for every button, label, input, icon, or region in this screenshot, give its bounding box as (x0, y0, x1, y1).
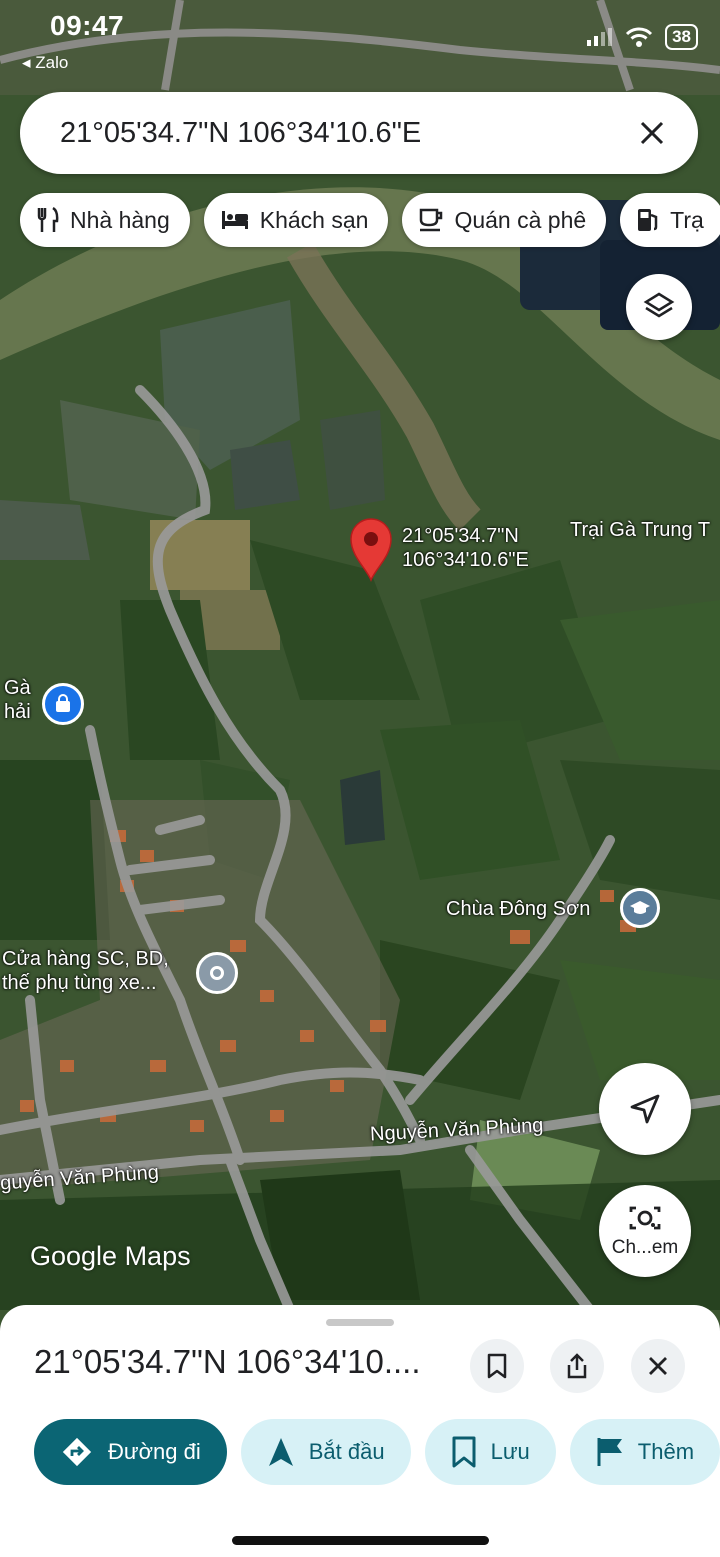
navigation-arrow-icon (268, 1438, 293, 1466)
save-button[interactable]: Lưu (424, 1419, 556, 1485)
chip-restaurants[interactable]: Nhà hàng (20, 193, 190, 247)
fork-knife-icon (37, 207, 59, 232)
chip-label: Khách sạn (259, 206, 369, 233)
education-place-marker[interactable] (620, 888, 660, 928)
chip-coffee[interactable]: Quán cà phê (402, 193, 607, 247)
search-bar[interactable]: 21°05'34.7"N 106°34'10.6"E (20, 92, 698, 174)
bookmark-icon (452, 1436, 476, 1468)
place-ga-line2: hải (4, 701, 31, 723)
shopping-place-marker[interactable] (42, 683, 84, 725)
start-label: Bắt đầu (308, 1439, 385, 1464)
battery-indicator: 38 (665, 24, 698, 50)
pin-lat: 21°05'34.7"N (402, 525, 519, 547)
navigation-arrow-icon (630, 1094, 660, 1124)
back-to-app-link[interactable]: ◂ Zalo (22, 53, 68, 73)
camera-button-label: Ch...em (611, 1237, 679, 1258)
dropped-pin-icon[interactable] (348, 516, 394, 582)
coffee-cup-icon (420, 208, 443, 232)
chip-label: Quán cà phê (454, 206, 587, 233)
graduation-cap-icon (630, 901, 650, 914)
search-input[interactable]: 21°05'34.7"N 106°34'10.6"E (60, 117, 632, 150)
bookmark-icon (487, 1353, 507, 1379)
my-location-button[interactable] (599, 1063, 691, 1155)
chip-hotels[interactable]: Khách sạn (203, 193, 389, 247)
place-shop-line2: thế phụ tùng xe... (2, 972, 157, 994)
share-icon (567, 1353, 587, 1379)
flag-icon (597, 1438, 622, 1466)
shopping-bag-icon (56, 694, 70, 712)
google-maps-watermark: Google Maps (30, 1241, 191, 1271)
status-icons: 38 (587, 24, 698, 50)
close-icon (649, 1357, 667, 1375)
more-button[interactable]: Thêm (569, 1419, 720, 1485)
directions-label: Đường đi (108, 1439, 201, 1464)
gas-station-icon (638, 209, 658, 231)
pin-dot-icon (210, 966, 224, 980)
save-bookmark-button[interactable] (470, 1339, 524, 1393)
pin-lng: 106°34'10.6"E (402, 549, 529, 571)
close-sheet-button[interactable] (631, 1339, 685, 1393)
layers-button[interactable] (626, 274, 692, 340)
place-bottom-sheet: 21°05'34.7"N 106°34'10.... Đường đi Bắt … (0, 1305, 720, 1557)
status-bar: 09:47 ◂ Zalo 38 (0, 0, 720, 80)
home-indicator[interactable] (232, 1536, 489, 1545)
signal-icon (587, 28, 613, 46)
place-title: 21°05'34.7"N 106°34'10.... (34, 1343, 421, 1380)
wifi-icon (626, 27, 653, 47)
action-buttons: Đường đi Bắt đầu Lưu Thêm (34, 1419, 720, 1485)
directions-button[interactable]: Đường đi (34, 1419, 227, 1485)
pin-coordinates-label: 21°05'34.7"N 106°34'10.6"E (402, 524, 529, 572)
camera-icon (629, 1206, 661, 1230)
bed-icon (221, 211, 248, 229)
shop-place-marker[interactable] (196, 952, 238, 994)
chip-label: Nhà hàng (70, 206, 170, 233)
place-label-ga[interactable]: Gà hải (4, 676, 31, 724)
camera-search-button[interactable]: Ch...em (599, 1185, 691, 1277)
place-shop-line1: Cửa hàng SC, BD, (2, 948, 169, 970)
sheet-drag-handle[interactable] (326, 1319, 394, 1326)
status-time: 09:47 (50, 10, 125, 41)
directions-icon (62, 1437, 92, 1467)
place-ga-line1: Gà (4, 677, 31, 699)
place-label-chua-dong-son[interactable]: Chùa Đông Sơn (446, 897, 590, 921)
clear-search-button[interactable] (632, 113, 672, 153)
start-button[interactable]: Bắt đầu (240, 1419, 411, 1485)
category-chips: Nhà hàng Khách sạn Quán cà phê Trạ (20, 193, 720, 247)
close-icon (640, 121, 664, 145)
place-label-trai-ga[interactable]: Trại Gà Trung T (570, 518, 710, 542)
more-label: Thêm (637, 1439, 695, 1464)
layers-icon (643, 292, 675, 318)
chip-gas[interactable]: Trạ (620, 193, 720, 247)
save-label: Lưu (490, 1439, 530, 1464)
chip-label: Trạ (670, 206, 704, 233)
share-button[interactable] (550, 1339, 604, 1393)
place-label-shop[interactable]: Cửa hàng SC, BD, thế phụ tùng xe... (2, 947, 169, 995)
